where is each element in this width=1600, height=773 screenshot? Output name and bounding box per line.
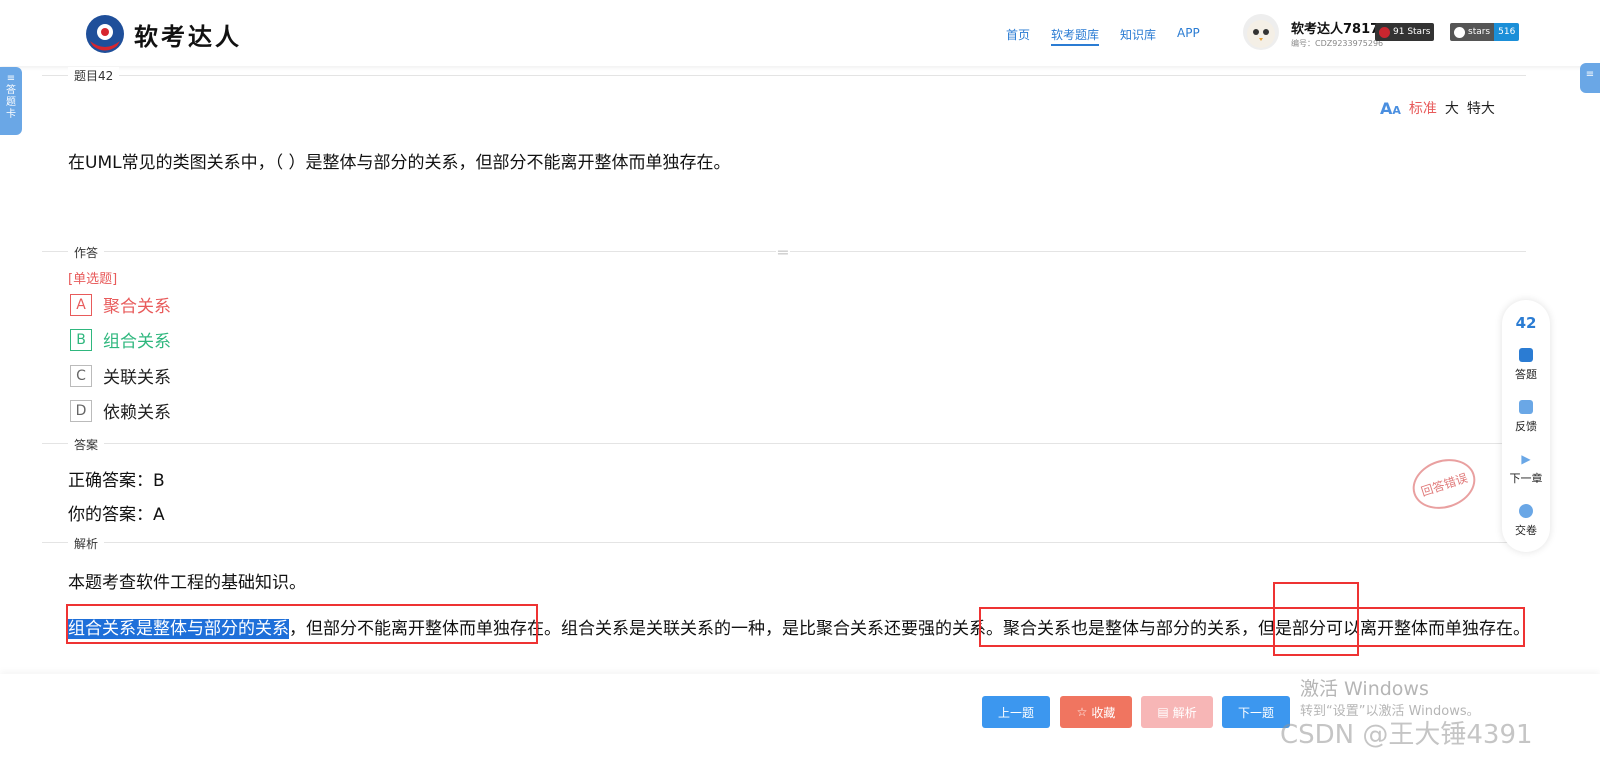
font-standard[interactable]: 标准 (1409, 98, 1437, 118)
nav-app[interactable]: APP (1177, 26, 1200, 40)
toolbar-submit[interactable]: 交卷 (1502, 504, 1550, 538)
analysis-intro: 本题考查软件工程的基础知识。 (68, 573, 306, 593)
github-stars-count: 516 (1494, 23, 1520, 41)
option-a[interactable]: A 聚合关系 (70, 292, 171, 317)
your-answer: 你的答案：A (68, 505, 165, 525)
option-d[interactable]: D 依赖关系 (70, 398, 171, 423)
question-number: 题目42 (68, 67, 120, 84)
option-b[interactable]: B 组合关系 (70, 327, 171, 352)
star-icon: ☆ (1076, 705, 1088, 719)
option-c[interactable]: C 关联关系 (70, 363, 171, 388)
option-c-key: C (70, 364, 92, 387)
wrong-answer-stamp: 回答错误 (1406, 451, 1482, 517)
question-text: 在UML常见的类图关系中，（ ）是整体与部分的关系，但部分不能离开整体而单独存在… (68, 153, 731, 173)
user-id: 编号：CDZ9233975296 (1291, 39, 1384, 48)
toolbar-answer-label: 答题 (1515, 368, 1537, 381)
floating-toolbar: 42 答题 反馈 ▶︎ 下一章 交卷 (1502, 300, 1550, 552)
logo-text: 软考达人 (134, 22, 242, 51)
prev-question-button[interactable]: 上一题 (982, 696, 1050, 728)
answer-card-char-3: 卡 (6, 109, 16, 120)
avatar[interactable] (1243, 14, 1279, 50)
annotation-box (66, 604, 538, 644)
font-size-icon: AA (1380, 98, 1401, 118)
toolbar-next-chapter-label: 下一章 (1509, 472, 1543, 485)
favorite-button[interactable]: ☆ 收藏 (1060, 696, 1132, 728)
top-header: 软考达人 首页 软考题库 知识库 APP 软考达人7817 编号：CDZ9233… (0, 0, 1600, 66)
next-question-label: 下一题 (1237, 705, 1274, 720)
user-name: 软考达人7817 (1291, 22, 1380, 37)
github-stars-label: stars (1468, 27, 1491, 37)
github-icon (1454, 26, 1465, 38)
correct-answer: 正确答案：B (68, 471, 165, 491)
result-divider (42, 443, 1526, 444)
toolbar-next-chapter[interactable]: ▶︎ 下一章 (1502, 452, 1550, 486)
document-icon: ▤ (1157, 705, 1169, 719)
option-a-text: 聚合关系 (103, 297, 171, 317)
logo-icon (84, 13, 126, 55)
answer-card-char-1: 答 (6, 85, 16, 96)
answer-card-char-2: 题 (6, 97, 16, 108)
nav-question-bank[interactable]: 软考题库 (1051, 26, 1100, 46)
analysis-button[interactable]: ▤ 解析 (1141, 696, 1213, 728)
analysis-label: 解析 (1172, 705, 1197, 720)
analysis-divider (42, 542, 1526, 543)
option-d-key: D (70, 399, 92, 422)
option-d-text: 依赖关系 (103, 403, 171, 423)
toolbar-feedback[interactable]: 反馈 (1502, 400, 1550, 434)
option-b-key: B (70, 328, 92, 351)
gitee-icon (1379, 26, 1390, 38)
gitee-stars-label: 91 Stars (1393, 27, 1431, 37)
option-a-key: A (70, 293, 92, 316)
question-type: [单选题] (68, 272, 118, 287)
drag-handle-icon[interactable]: ═ (776, 243, 790, 262)
option-c-text: 关联关系 (103, 368, 171, 388)
nav-knowledge-base[interactable]: 知识库 (1120, 26, 1156, 43)
github-stars-badge[interactable]: stars 516 (1450, 23, 1520, 41)
right-panel-tab[interactable]: ≡ (1580, 63, 1600, 93)
toolbar-answer[interactable]: 答题 (1502, 348, 1550, 382)
font-large[interactable]: 大 (1445, 98, 1459, 118)
menu-icon: ≡ (6, 73, 16, 84)
annotation-box (979, 607, 1525, 647)
csdn-watermark: CSDN @王大锤4391 (1280, 720, 1533, 750)
logo[interactable]: 软考达人 (84, 13, 242, 55)
toolbar-feedback-label: 反馈 (1515, 420, 1537, 433)
menu-icon: ≡ (1585, 69, 1595, 80)
submit-icon (1519, 504, 1533, 518)
font-size-control: AA 标准 大 特大 (1380, 98, 1495, 118)
analysis-section-label: 解析 (68, 535, 105, 552)
answer-card-tab[interactable]: ≡ 答 题 卡 (0, 67, 22, 135)
option-b-text: 组合关系 (103, 332, 171, 352)
prev-question-label: 上一题 (997, 705, 1034, 720)
favorite-label: 收藏 (1091, 705, 1116, 720)
result-section-label: 答案 (68, 436, 105, 453)
annotation-box (1273, 582, 1359, 656)
next-chapter-icon: ▶︎ (1521, 452, 1531, 466)
page: 软考达人 首页 软考题库 知识库 APP 软考达人7817 编号：CDZ9233… (0, 0, 1600, 773)
font-xlarge[interactable]: 特大 (1467, 98, 1495, 118)
answer-section-label: 作答 (68, 244, 105, 261)
question-divider (42, 75, 1526, 76)
windows-activation-title: 激活 Windows (1300, 678, 1429, 700)
nav-home[interactable]: 首页 (1006, 26, 1030, 43)
answer-icon (1519, 348, 1533, 362)
toolbar-question-number[interactable]: 42 (1502, 314, 1550, 332)
feedback-icon (1519, 400, 1533, 414)
gitee-stars-badge[interactable]: 91 Stars (1375, 23, 1435, 41)
toolbar-submit-label: 交卷 (1515, 524, 1537, 537)
